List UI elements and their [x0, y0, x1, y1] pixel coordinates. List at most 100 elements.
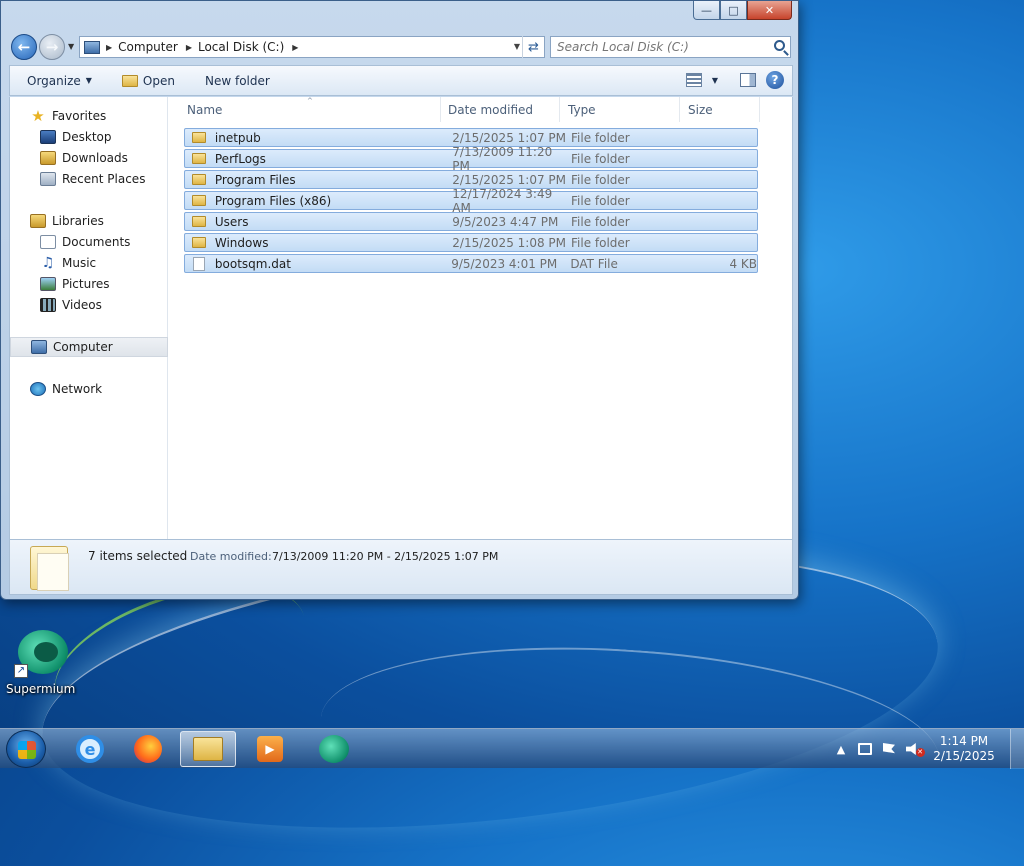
recent-pages-dropdown-icon[interactable]: ▼ — [68, 42, 74, 51]
nav-item-pictures[interactable]: Pictures — [10, 274, 168, 294]
file-row[interactable]: Users 9/5/2023 4:47 PM File folder — [184, 212, 758, 231]
nav-item-label: Documents — [62, 235, 131, 249]
minimize-button[interactable]: — — [693, 1, 720, 20]
file-row[interactable]: Program Files (x86) 12/17/2024 3:49 AM F… — [184, 187, 758, 215]
forward-arrow-icon: → — [45, 38, 59, 56]
organize-button[interactable]: Organize ▼ — [10, 66, 102, 95]
file-list: ^ Name Date modified Type Size inetpub 2… — [169, 97, 794, 539]
column-header-size[interactable]: Size — [680, 97, 760, 122]
computer-icon — [31, 340, 47, 354]
navigation-pane: ★ Favorites Desktop Downloads Recent Pla… — [10, 97, 168, 539]
search-icon[interactable] — [774, 40, 785, 51]
file-row[interactable]: bootsqm.dat 9/5/2023 4:01 PM DAT File 4 … — [184, 254, 758, 273]
windows-explorer-icon — [193, 737, 223, 761]
nav-item-recent-places[interactable]: Recent Places — [10, 169, 168, 189]
network-icon — [30, 382, 46, 396]
start-button[interactable] — [6, 730, 46, 768]
maximize-button[interactable]: □ — [720, 1, 747, 20]
computer-icon — [84, 40, 100, 54]
new-folder-button[interactable]: New folder — [185, 66, 280, 95]
column-header-type[interactable]: Type — [560, 97, 680, 122]
file-date: 9/5/2023 4:01 PM — [451, 256, 558, 271]
selection-count: 7 items selected — [88, 549, 188, 563]
downloads-icon — [40, 151, 56, 165]
nav-item-label: Downloads — [62, 151, 128, 165]
file-date: 2/15/2025 1:07 PM — [452, 130, 566, 145]
pictures-icon — [40, 277, 56, 291]
nav-item-computer[interactable]: Computer — [10, 337, 168, 357]
file-type: File folder — [571, 172, 630, 187]
chevron-down-icon[interactable]: ▼ — [712, 76, 718, 85]
breadcrumb-separator-icon[interactable]: ▶ — [292, 43, 298, 52]
desktop-icon — [40, 130, 56, 144]
file-row[interactable]: Windows 2/15/2025 1:08 PM File folder — [184, 233, 758, 252]
file-name: inetpub — [214, 130, 261, 145]
network-status-icon[interactable] — [854, 741, 876, 757]
desktop-shortcut-supermium[interactable]: ↗ Supermium — [6, 630, 75, 700]
breadcrumb-separator-icon[interactable]: ▶ — [106, 43, 112, 52]
nav-item-label: Music — [62, 256, 97, 270]
nav-item-label: Favorites — [52, 109, 107, 123]
folder-icon — [192, 216, 206, 227]
nav-item-music[interactable]: ♫ Music — [10, 253, 168, 273]
nav-item-videos[interactable]: Videos — [10, 295, 168, 315]
help-icon[interactable]: ? — [766, 71, 784, 89]
media-player-icon: ▶ — [257, 736, 283, 762]
date-modified-range: 7/13/2009 11:20 PM - 2/15/2025 1:07 PM — [272, 550, 499, 563]
taskbar-supermium[interactable] — [306, 731, 362, 767]
file-date: 2/15/2025 1:08 PM — [452, 235, 566, 250]
folder-icon — [192, 132, 206, 143]
preview-pane-icon[interactable] — [740, 73, 756, 87]
documents-icon — [40, 235, 56, 249]
volume-muted-icon[interactable]: ✕ — [902, 741, 925, 757]
file-type: File folder — [571, 151, 630, 166]
close-button[interactable]: ✕ — [747, 1, 792, 20]
column-header-date-modified[interactable]: Date modified — [440, 97, 560, 122]
address-dropdown-icon[interactable]: ▼ — [514, 42, 520, 51]
show-desktop-button[interactable] — [1010, 729, 1024, 769]
taskbar-internet-explorer[interactable]: e — [62, 731, 118, 767]
search-input[interactable] — [551, 37, 761, 57]
nav-item-favorites[interactable]: ★ Favorites — [10, 106, 168, 126]
nav-item-label: Libraries — [52, 214, 104, 228]
clock[interactable]: 1:14 PM 2/15/2025 — [926, 734, 1002, 764]
column-header-label: Name — [187, 102, 223, 117]
breadcrumb-local-disk[interactable]: Local Disk (C:) — [198, 40, 284, 54]
nav-item-label: Network — [52, 382, 103, 396]
internet-explorer-icon: e — [76, 735, 104, 763]
taskbar-media-player[interactable]: ▶ — [242, 731, 298, 767]
search-box[interactable] — [550, 36, 791, 58]
action-center-flag-icon[interactable] — [878, 741, 900, 757]
nav-item-label: Videos — [62, 298, 102, 312]
taskbar-firefox[interactable] — [120, 731, 176, 767]
open-button[interactable]: Open — [102, 66, 185, 95]
folder-icon — [192, 174, 206, 185]
address-bar[interactable]: ▶ Computer ▶ Local Disk (C:) ▶ ▼ ⇄ — [79, 36, 545, 58]
back-button[interactable]: ← — [11, 34, 37, 60]
breadcrumb-separator-icon[interactable]: ▶ — [186, 43, 192, 52]
taskbar-windows-explorer[interactable] — [180, 731, 236, 767]
new-folder-label: New folder — [204, 73, 270, 88]
command-toolbar: Organize ▼ Open New folder ▼ ? — [9, 65, 793, 96]
show-hidden-icons-icon[interactable]: ▲ — [830, 741, 852, 757]
nav-item-documents[interactable]: Documents — [10, 232, 168, 252]
shortcut-arrow-icon: ↗ — [14, 664, 28, 678]
supermium-logo-icon — [319, 735, 349, 763]
libraries-icon — [30, 214, 46, 228]
refresh-icon[interactable]: ⇄ — [522, 36, 544, 58]
nav-item-network[interactable]: Network — [10, 379, 168, 399]
nav-item-downloads[interactable]: Downloads — [10, 148, 168, 168]
column-header-name[interactable]: Name — [179, 97, 441, 122]
open-label: Open — [142, 73, 175, 88]
nav-item-libraries[interactable]: Libraries — [10, 211, 168, 231]
document-file-icon — [193, 256, 205, 271]
change-view-icon[interactable] — [685, 73, 702, 87]
file-name: Users — [214, 214, 249, 229]
file-name: Program Files (x86) — [214, 193, 332, 208]
file-name: bootsqm.dat — [214, 256, 291, 271]
forward-button[interactable]: → — [39, 34, 65, 60]
system-tray: ▲ ✕ 1:14 PM 2/15/2025 — [830, 729, 1024, 769]
nav-item-desktop[interactable]: Desktop — [10, 127, 168, 147]
file-row[interactable]: PerfLogs 7/13/2009 11:20 PM File folder — [184, 145, 758, 173]
breadcrumb-computer[interactable]: Computer — [118, 40, 178, 54]
